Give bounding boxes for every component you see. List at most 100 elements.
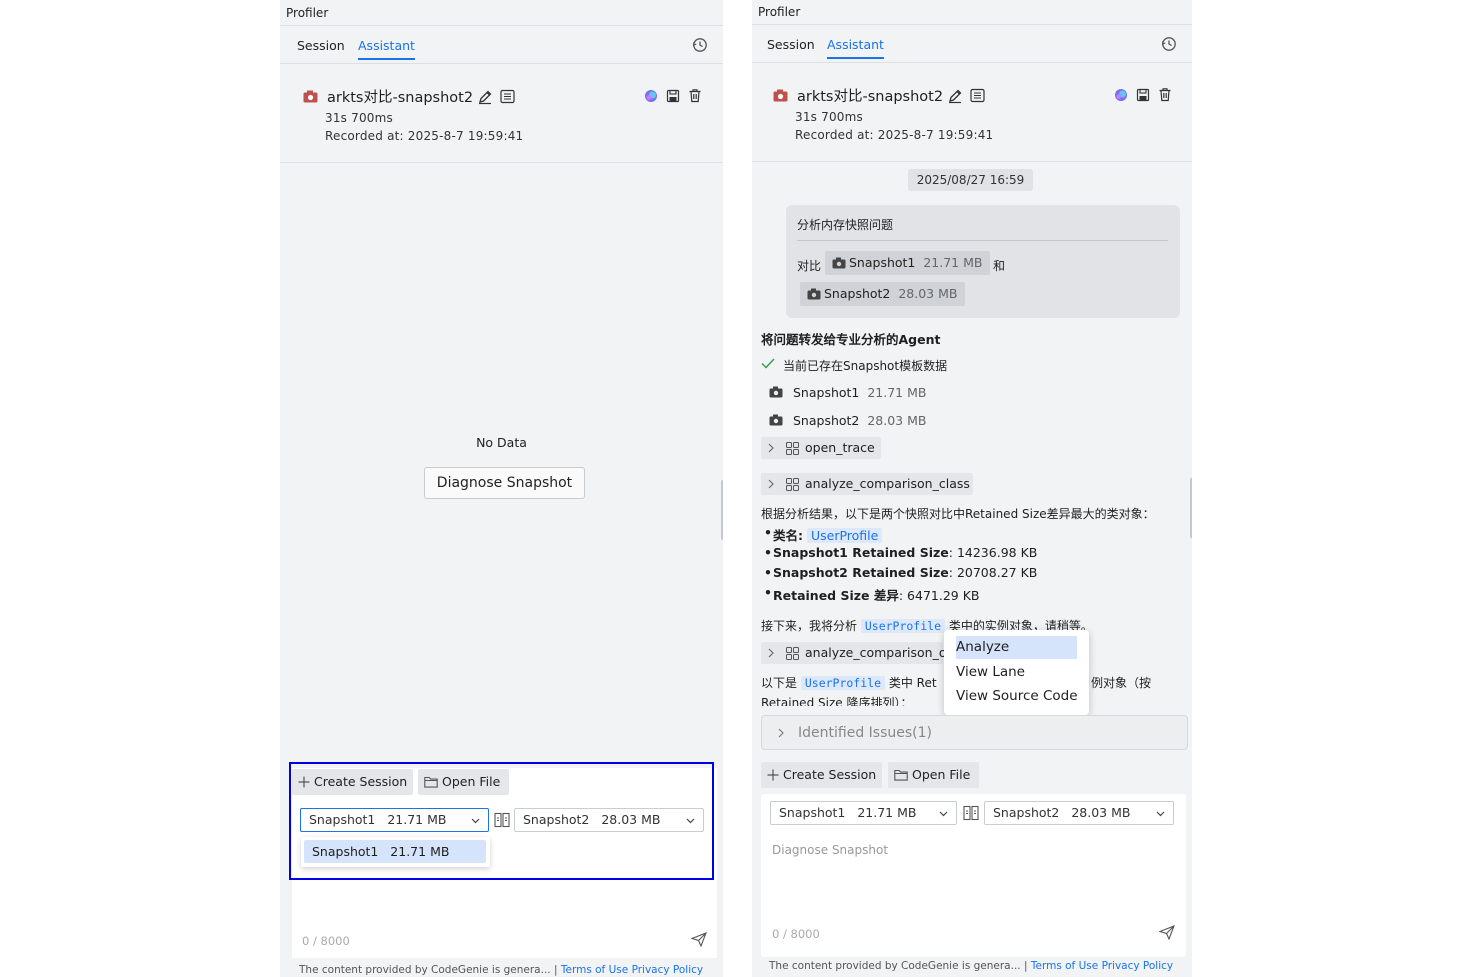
- edit-icon[interactable]: [477, 89, 493, 105]
- bullet-class: 类名: UserProfile: [764, 525, 883, 544]
- snapshot-list-name: Snapshot2: [793, 413, 860, 428]
- terms-link[interactable]: Terms of Use: [561, 964, 628, 976]
- chip-name: Snapshot2: [824, 286, 891, 301]
- terms-link[interactable]: Terms of Use: [1031, 960, 1098, 972]
- chevron-right-icon: [768, 479, 774, 489]
- agent-heading: 将问题转发给专业分析的Agent: [761, 332, 941, 347]
- bullet-value: : 6471.29 KB: [898, 588, 980, 603]
- snapshot-name: arkts对比-snapshot2: [797, 89, 944, 105]
- camera-icon: [769, 386, 783, 398]
- snapshot-list-item: Snapshot1 21.71 MB: [793, 385, 926, 400]
- bullet-value: : 14236.98 KB: [948, 545, 1038, 560]
- char-counter: 0 / 8000: [772, 927, 820, 941]
- chat-timestamp: 2025/08/27 16:59: [908, 169, 1033, 191]
- snapshot-list-size: 21.71 MB: [867, 385, 927, 400]
- details-icon[interactable]: [970, 88, 985, 103]
- menu-item-view-source-code[interactable]: View Source Code: [956, 685, 1078, 707]
- below-mid: 类中 Ret: [888, 676, 937, 690]
- create-session-button[interactable]: Create Session: [761, 762, 882, 788]
- ai-assistant-icon[interactable]: [1114, 88, 1128, 102]
- camera-icon: [773, 89, 788, 102]
- tool-grid-icon: [786, 442, 799, 455]
- message-input[interactable]: Diagnose Snapshot: [772, 843, 888, 857]
- tab-bar: Session Assistant: [752, 25, 1192, 63]
- class-name-code[interactable]: UserProfile: [860, 619, 946, 633]
- tool-call-analyze-object[interactable]: analyze_comparison_o: [761, 642, 947, 664]
- left-profiler-panel: Profiler Session Assistant arkts对比-snaps…: [280, 0, 723, 977]
- composer[interactable]: Snapshot1 21.71 MB Snapshot2 28.03 MB Di…: [761, 794, 1186, 957]
- class-name-tag[interactable]: UserProfile: [806, 528, 883, 543]
- tool-call-open-trace[interactable]: open_trace: [761, 437, 881, 459]
- footer: The content provided by CodeGenie is gen…: [299, 964, 703, 976]
- delete-icon[interactable]: [1158, 87, 1172, 102]
- class-name-code[interactable]: UserProfile: [800, 676, 886, 690]
- identified-issues-panel[interactable]: Identified Issues(1): [761, 715, 1188, 750]
- select-second-size: 28.03 MB: [1071, 805, 1131, 820]
- check-text: 当前已存在Snapshot模板数据: [783, 359, 948, 373]
- menu-item-view-lane[interactable]: View Lane: [956, 661, 1025, 683]
- chevron-right-icon: [778, 728, 784, 738]
- scrollbar-handle[interactable]: [721, 480, 723, 540]
- select-first-name: Snapshot1: [779, 805, 846, 820]
- compare-icon[interactable]: [963, 805, 979, 821]
- tab-session[interactable]: Session: [297, 38, 345, 53]
- delete-icon[interactable]: [688, 88, 702, 103]
- highlight-box: [289, 762, 714, 880]
- tab-session[interactable]: Session: [767, 37, 815, 52]
- tool-call-name: analyze_comparison_class: [805, 476, 970, 491]
- history-icon[interactable]: [692, 37, 708, 53]
- footer-notice: The content provided by CodeGenie is gen…: [769, 960, 1021, 972]
- open-file-button[interactable]: Open File: [888, 762, 979, 788]
- snapshot-list-size: 28.03 MB: [867, 413, 927, 428]
- snapshot-list-item: Snapshot2 28.03 MB: [793, 413, 926, 428]
- footer: The content provided by CodeGenie is gen…: [769, 960, 1173, 972]
- chevron-down-icon: [939, 811, 948, 817]
- snapshot-recorded-time: Recorded at: 2025-8-7 19:59:41: [795, 128, 994, 142]
- window-title: Profiler: [752, 0, 1192, 25]
- chevron-right-icon: [768, 648, 774, 658]
- camera-icon: [807, 288, 821, 300]
- snapshot-chip[interactable]: Snapshot1 21.71 MB: [825, 251, 990, 275]
- plus-icon: [767, 769, 779, 781]
- select-first-size: 21.71 MB: [857, 805, 917, 820]
- snapshot-select-second[interactable]: Snapshot2 28.03 MB: [984, 801, 1174, 825]
- privacy-link[interactable]: Privacy Policy: [632, 964, 704, 976]
- tab-assistant[interactable]: Assistant: [358, 38, 415, 60]
- send-icon[interactable]: [691, 932, 707, 947]
- bullet-label: 类名:: [773, 528, 803, 543]
- bullet-snapshot2: Snapshot2 Retained Size: 20708.27 KB: [764, 565, 1037, 580]
- scrollbar-handle[interactable]: [1190, 478, 1192, 538]
- snapshot-chip[interactable]: Snapshot2 28.03 MB: [800, 282, 965, 306]
- save-icon[interactable]: [666, 89, 680, 103]
- object-list-tail: 例对象（按: [1091, 676, 1152, 690]
- snapshot-name: arkts对比-snapshot2: [327, 90, 474, 106]
- window-title: Profiler: [280, 0, 723, 26]
- camera-icon: [769, 414, 783, 426]
- save-icon[interactable]: [1136, 88, 1150, 102]
- create-session-label: Create Session: [783, 767, 877, 782]
- send-icon[interactable]: [1159, 925, 1175, 940]
- snapshot-duration: 31s 700ms: [795, 110, 863, 124]
- details-icon[interactable]: [500, 89, 515, 104]
- diagnose-snapshot-button[interactable]: Diagnose Snapshot: [424, 467, 585, 499]
- object-list-line2: Retained Size 降序排列）：: [761, 696, 913, 706]
- user-message-title: 分析内存快照问题: [797, 218, 894, 232]
- camera-icon: [303, 90, 318, 103]
- edit-icon[interactable]: [947, 88, 963, 104]
- tool-call-analyze-class[interactable]: analyze_comparison_class: [761, 473, 973, 495]
- footer-separator: |: [1023, 960, 1028, 972]
- ai-assistant-icon[interactable]: [644, 89, 658, 103]
- history-icon[interactable]: [1161, 36, 1177, 52]
- camera-icon: [832, 257, 846, 269]
- bullet-diff: Retained Size 差异: 6471.29 KB: [764, 585, 980, 604]
- snapshot-select-first[interactable]: Snapshot1 21.71 MB: [770, 801, 957, 825]
- menu-item-analyze[interactable]: Analyze: [956, 636, 1077, 659]
- tool-grid-icon: [786, 478, 799, 491]
- chip-size: 28.03 MB: [898, 286, 958, 301]
- bullet-snapshot1: Snapshot1 Retained Size: 14236.98 KB: [764, 545, 1038, 560]
- char-counter: 0 / 8000: [302, 934, 350, 948]
- privacy-link[interactable]: Privacy Policy: [1102, 960, 1174, 972]
- snapshot-duration: 31s 700ms: [325, 111, 393, 125]
- tab-assistant[interactable]: Assistant: [827, 37, 884, 59]
- below-prefix: 以下是: [761, 676, 798, 690]
